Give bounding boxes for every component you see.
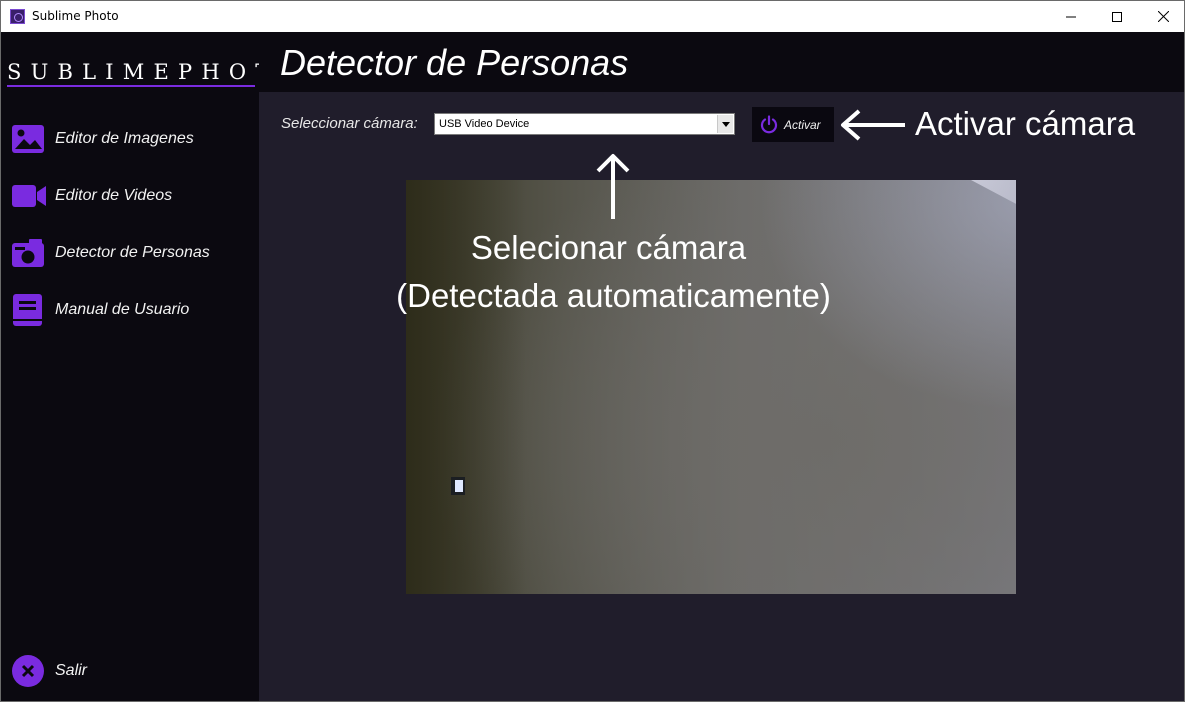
camera-select-label: Seleccionar cámara:	[281, 115, 418, 132]
maximize-button[interactable]	[1094, 1, 1140, 32]
window-title: Sublime Photo	[32, 9, 119, 23]
page-header: Detector de Personas	[259, 32, 1184, 92]
close-circle-icon	[12, 655, 44, 687]
feed-light-spot	[451, 477, 465, 495]
close-icon	[1157, 11, 1169, 22]
maximize-icon	[1112, 11, 1122, 22]
chevron-down-icon[interactable]	[717, 115, 733, 133]
image-icon	[12, 125, 44, 153]
title-bar: Sublime Photo	[1, 1, 1184, 32]
exit-button[interactable]: Salir	[1, 648, 259, 694]
minimize-icon	[1066, 16, 1076, 17]
brand-underline	[7, 85, 255, 87]
arrow-up-icon	[596, 154, 630, 219]
arrow-left-icon	[841, 109, 905, 141]
exit-label: Salir	[55, 662, 88, 679]
activate-button[interactable]: Activar	[752, 107, 834, 142]
app-window: Sublime Photo SUBLIMEPHOTO Editor de Ima…	[0, 0, 1185, 702]
sidebar: SUBLIMEPHOTO Editor de Imagenes Editor d…	[1, 32, 296, 701]
annotation-activate: Activar cámara	[915, 105, 1136, 142]
app-logo-icon	[10, 9, 25, 24]
sidebar-item-label: Editor de Imagenes	[55, 130, 194, 147]
annotation-select-camera: Selecionar cámara	[470, 229, 747, 266]
minimize-button[interactable]	[1048, 1, 1094, 32]
close-button[interactable]	[1140, 1, 1185, 32]
page-title: Detector de Personas	[280, 42, 629, 83]
main-content: Seleccionar cámara: USB Video Device Act…	[259, 92, 1184, 701]
power-icon	[760, 115, 778, 134]
annotation-auto-detected: (Detectada automaticamente)	[396, 277, 831, 314]
video-camera-icon	[12, 185, 46, 207]
camera-select-value: USB Video Device	[439, 118, 530, 130]
activate-button-label: Activar	[784, 118, 821, 132]
sidebar-item-image-editor[interactable]: Editor de Imagenes	[1, 116, 259, 162]
camera-select[interactable]: USB Video Device	[434, 113, 735, 135]
sidebar-item-video-editor[interactable]: Editor de Videos	[1, 173, 259, 219]
sidebar-item-label: Editor de Videos	[55, 187, 173, 204]
